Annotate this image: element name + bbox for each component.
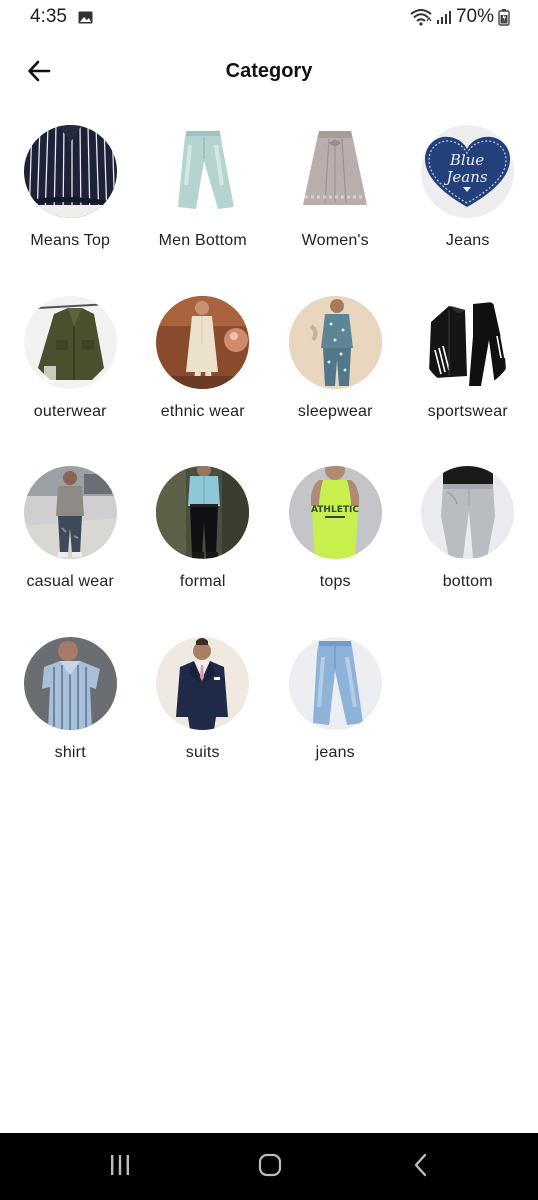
category-label: jeans [315,743,355,761]
pajama-set-image [288,295,382,389]
battery-text: 70% [455,6,494,27]
app-header: Category [0,48,538,98]
tank-top-image: ATHLETIC [288,466,382,559]
wifi-icon [410,8,432,26]
category-label: shirt [54,743,86,761]
category-label: casual wear [26,573,115,590]
category-tops[interactable]: ATHLETIC tops [269,466,402,637]
category-label: Jeans [445,232,490,249]
skirt-image [288,125,382,218]
light-blue-jeans-image [288,636,382,730]
battery-icon [498,8,510,26]
status-right: 70% [410,6,510,28]
home-icon [258,1153,282,1182]
category-label: outerwear [33,402,107,420]
navy-suit-image [156,636,250,730]
category-label: ethnic wear [160,402,245,420]
blue-jeans-heart-logo: Blue Jeans [421,125,515,218]
category-label: Means Top [30,232,111,249]
system-nav-bar [0,1133,538,1200]
category-means-top[interactable]: Means Top [4,125,137,296]
category-jeans[interactable]: jeans [269,636,402,808]
casual-outfit-image [23,466,117,559]
olive-jacket-image [23,295,117,389]
page-title: Category [225,60,313,82]
category-label: formal [179,573,226,590]
category-men-bottom[interactable]: Men Bottom [137,125,270,296]
category-jeans-brand[interactable]: Blue Jeans Jeans [402,125,535,296]
category-ethnic-wear[interactable]: ethnic wear [137,295,270,467]
category-label: tops [319,573,351,590]
formal-outfit-image [156,466,250,559]
category-grid: Means Top Men Bottom Women's Blue Jeans … [4,125,534,807]
category-label: suits [185,743,220,761]
category-suits[interactable]: suits [137,636,270,808]
nav-back-button[interactable] [401,1151,441,1183]
striped-shirt-image [23,125,117,218]
category-label: Women's [301,232,369,249]
category-casual-wear[interactable]: casual wear [4,466,137,637]
light-jeans-image [156,125,250,218]
nav-back-icon [412,1153,430,1182]
grey-joggers-image [421,466,515,559]
category-womens[interactable]: Women's [269,125,402,296]
athletic-text: ATHLETIC [311,505,359,515]
status-bar: 4:35 70% [0,0,538,36]
category-formal[interactable]: formal [137,466,270,637]
category-label: bottom [442,573,493,590]
recents-button[interactable] [100,1151,140,1183]
category-shirt[interactable]: shirt [4,636,137,808]
category-sportswear[interactable]: sportswear [402,295,535,467]
gallery-icon [78,11,93,24]
category-label: sportswear [427,402,508,420]
category-label: sleepwear [297,402,373,420]
status-time: 4:35 [30,6,67,27]
recents-icon [108,1154,132,1181]
category-sleepwear[interactable]: sleepwear [269,295,402,467]
logo-text-blue: Blue [449,151,484,169]
tracksuit-image [421,295,515,389]
home-button[interactable] [250,1151,290,1183]
signal-icon [436,9,452,25]
category-label: Men Bottom [158,232,247,249]
kurta-image [156,295,250,389]
category-outerwear[interactable]: outerwear [4,295,137,467]
category-bottom[interactable]: bottom [402,466,535,637]
striped-short-sleeve-shirt-image [23,636,117,730]
logo-text-jeans: Jeans [444,168,488,186]
